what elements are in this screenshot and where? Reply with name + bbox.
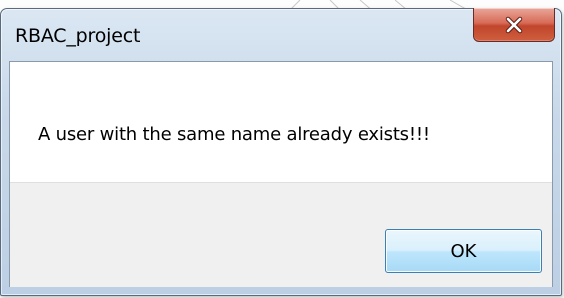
close-button[interactable]	[473, 8, 555, 42]
message-text: A user with the same name already exists…	[38, 124, 430, 145]
message-pane: A user with the same name already exists…	[10, 62, 552, 182]
window-title: RBAC_project	[15, 25, 141, 47]
close-icon	[504, 16, 524, 34]
button-pane: OK	[10, 182, 552, 287]
title-bar[interactable]: RBAC_project	[1, 8, 561, 61]
message-dialog: RBAC_project A user with the same name a…	[0, 8, 562, 296]
ok-button[interactable]: OK	[385, 229, 542, 273]
dialog-content: A user with the same name already exists…	[9, 61, 553, 287]
